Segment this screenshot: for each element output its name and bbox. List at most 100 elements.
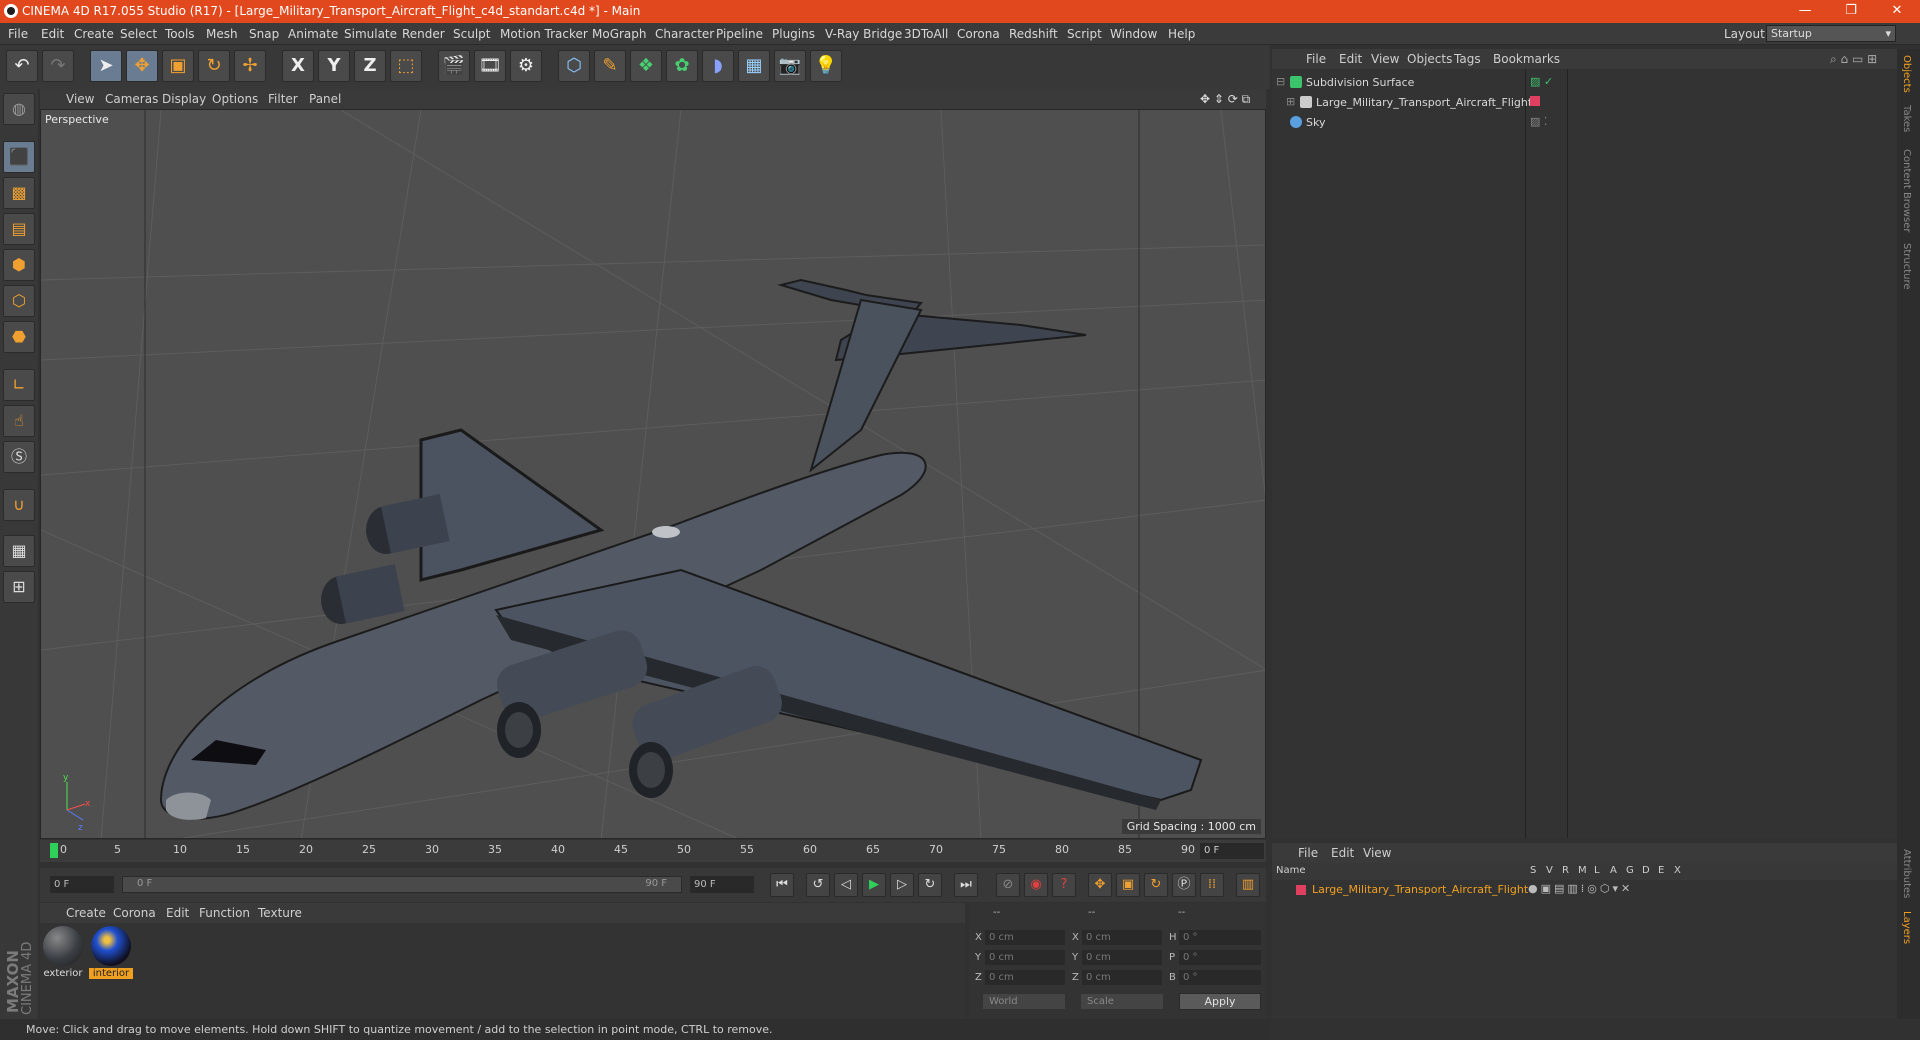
menu-tools[interactable]: Tools (165, 27, 195, 41)
viewport-menu-panel[interactable]: Panel (309, 92, 341, 106)
expand-toggle-icon[interactable]: ⊞ (1286, 95, 1295, 108)
autokey-icon[interactable]: ◉ (1024, 873, 1048, 897)
menu-animate[interactable]: Animate (288, 27, 338, 41)
rotation-p-field[interactable]: 0 ° (1179, 950, 1261, 965)
om-menu-objects[interactable]: Objects (1407, 52, 1452, 66)
grid-snap-icon[interactable]: ⊞ (3, 571, 35, 603)
maximize-button[interactable]: ❐ (1828, 0, 1874, 23)
move-icon[interactable]: ✥ (126, 50, 158, 82)
workplane-icon[interactable]: ▤ (3, 213, 35, 245)
material-menu-corona[interactable]: Corona (113, 906, 156, 920)
coordinate-system-icon[interactable]: ⬚ (390, 50, 422, 82)
layer-color-swatch[interactable] (1296, 885, 1306, 895)
rotate-icon[interactable]: ↻ (198, 50, 230, 82)
live-select-icon[interactable]: ✢ (234, 50, 266, 82)
material-interior[interactable]: interior (89, 926, 133, 979)
tab-objects[interactable]: Objects (1901, 55, 1912, 93)
menu-mograph[interactable]: MoGraph (592, 27, 647, 41)
select-arrow-icon[interactable]: ➤ (90, 50, 122, 82)
viewport-perspective[interactable]: y z x Perspective Grid Spacing : 1000 cm (40, 109, 1266, 839)
next-key-icon[interactable]: ↻ (918, 873, 942, 897)
size-y-field[interactable]: 0 cm (1082, 950, 1162, 965)
viewport-menu-view[interactable]: View (66, 92, 94, 106)
undo-icon[interactable]: ↶ (6, 50, 38, 82)
viewport-nav-icons[interactable]: ✥ ⇕ ⟳ ⧉ (1200, 92, 1250, 107)
material-menu-function[interactable]: Function (199, 906, 250, 920)
x-axis-lock-icon[interactable]: X (282, 50, 314, 82)
material-exterior[interactable]: exterior (41, 926, 85, 979)
position-y-field[interactable]: 0 cm (985, 950, 1065, 965)
menu-vray-bridge[interactable]: V-Ray Bridge (825, 27, 902, 41)
lm-menu-view[interactable]: View (1363, 846, 1391, 860)
polygons-mode-icon[interactable]: ⬣ (3, 321, 35, 353)
keyframe-selection-icon[interactable]: ? (1052, 873, 1076, 897)
menu-simulate[interactable]: Simulate (344, 27, 397, 41)
viewport-menu-options[interactable]: Options (212, 92, 258, 106)
size-z-field[interactable]: 0 cm (1082, 970, 1162, 985)
go-to-start-icon[interactable]: ⏮ (770, 873, 794, 897)
material-menu-edit[interactable]: Edit (166, 906, 189, 920)
position-z-field[interactable]: 0 cm (985, 970, 1065, 985)
key-pla-icon[interactable]: ⁞⁞ (1200, 873, 1224, 897)
menu-mesh[interactable]: Mesh (206, 27, 238, 41)
playhead[interactable] (50, 843, 58, 858)
snap-magnet-icon[interactable]: ∪ (3, 489, 35, 521)
menu-create[interactable]: Create (74, 27, 114, 41)
menu-3dtoall[interactable]: 3DToAll (904, 27, 948, 41)
layout-select[interactable]: Startup (1766, 25, 1896, 42)
object-row-subdivision-surface[interactable]: ⊟ Subdivision Surface ▨ ✓ (1272, 73, 1897, 91)
menu-redshift[interactable]: Redshift (1009, 27, 1058, 41)
go-to-end-icon[interactable]: ⏭ (954, 873, 978, 897)
viewport-menu-cameras[interactable]: Cameras (105, 92, 158, 106)
viewport-menu-display[interactable]: Display (162, 92, 206, 106)
timeline-window-icon[interactable]: ▥ (1236, 873, 1260, 897)
solo-mode-icon[interactable]: Ⓢ (3, 441, 35, 473)
menu-edit[interactable]: Edit (41, 27, 64, 41)
material-menu-texture[interactable]: Texture (258, 906, 302, 920)
deformer-icon[interactable]: ◗ (702, 50, 734, 82)
floor-icon[interactable]: ▦ (738, 50, 770, 82)
tab-takes[interactable]: Takes (1901, 105, 1912, 132)
viewport-menu-filter[interactable]: Filter (268, 92, 298, 106)
position-x-field[interactable]: 0 cm (985, 930, 1065, 945)
tab-layers[interactable]: Layers (1901, 911, 1912, 944)
rotation-h-field[interactable]: 0 ° (1179, 930, 1261, 945)
menu-script[interactable]: Script (1067, 27, 1102, 41)
edges-mode-icon[interactable]: ⬡ (3, 285, 35, 317)
menu-corona[interactable]: Corona (957, 27, 1000, 41)
menu-motion-tracker[interactable]: Motion Tracker (500, 27, 588, 41)
tab-structure[interactable]: Structure (1901, 243, 1912, 290)
menu-character[interactable]: Character (655, 27, 714, 41)
render-picture-viewer-icon[interactable]: 🎞 (474, 50, 506, 82)
previous-key-icon[interactable]: ↺ (806, 873, 830, 897)
cube-primitive-icon[interactable]: ⬡ (558, 50, 590, 82)
key-scale-icon[interactable]: ▣ (1116, 873, 1140, 897)
timeline-ruler[interactable]: 0 5 10 15 20 25 30 35 40 45 50 55 60 65 … (40, 840, 1266, 862)
menu-snap[interactable]: Snap (249, 27, 279, 41)
render-settings-icon[interactable]: ⚙ (510, 50, 542, 82)
texture-mode-icon[interactable]: ▩ (3, 177, 35, 209)
tab-attributes[interactable]: Attributes (1901, 849, 1912, 898)
axis-mode-icon[interactable]: ∟ (3, 369, 35, 401)
light-icon[interactable]: 💡 (810, 50, 842, 82)
make-editable-icon[interactable]: ◍ (3, 93, 35, 125)
end-frame-field[interactable]: 90 F (690, 876, 754, 893)
subdivision-surface-icon[interactable]: ❖ (630, 50, 662, 82)
menu-select[interactable]: Select (120, 27, 157, 41)
current-frame-field[interactable]: 0 F (1200, 843, 1264, 859)
minimize-button[interactable]: — (1782, 0, 1828, 23)
om-menu-bookmarks[interactable]: Bookmarks (1493, 52, 1560, 66)
enabled-check-icon[interactable]: ▨ ✓ (1530, 75, 1553, 88)
menu-file[interactable]: File (8, 27, 28, 41)
menu-sculpt[interactable]: Sculpt (453, 27, 490, 41)
material-menu-create[interactable]: Create (66, 906, 106, 920)
workplane-lock-icon[interactable]: ▦ (3, 535, 35, 567)
start-frame-field[interactable]: 0 F (50, 876, 114, 893)
camera-icon[interactable]: 📷 (774, 50, 806, 82)
layer-row[interactable]: Large_Military_Transport_Aircraft_Flight… (1272, 882, 1897, 898)
menu-render[interactable]: Render (402, 27, 445, 41)
redo-icon[interactable]: ↷ (42, 50, 74, 82)
previous-frame-icon[interactable]: ◁ (834, 873, 858, 897)
om-menu-file[interactable]: File (1306, 52, 1326, 66)
om-menu-edit[interactable]: Edit (1339, 52, 1362, 66)
